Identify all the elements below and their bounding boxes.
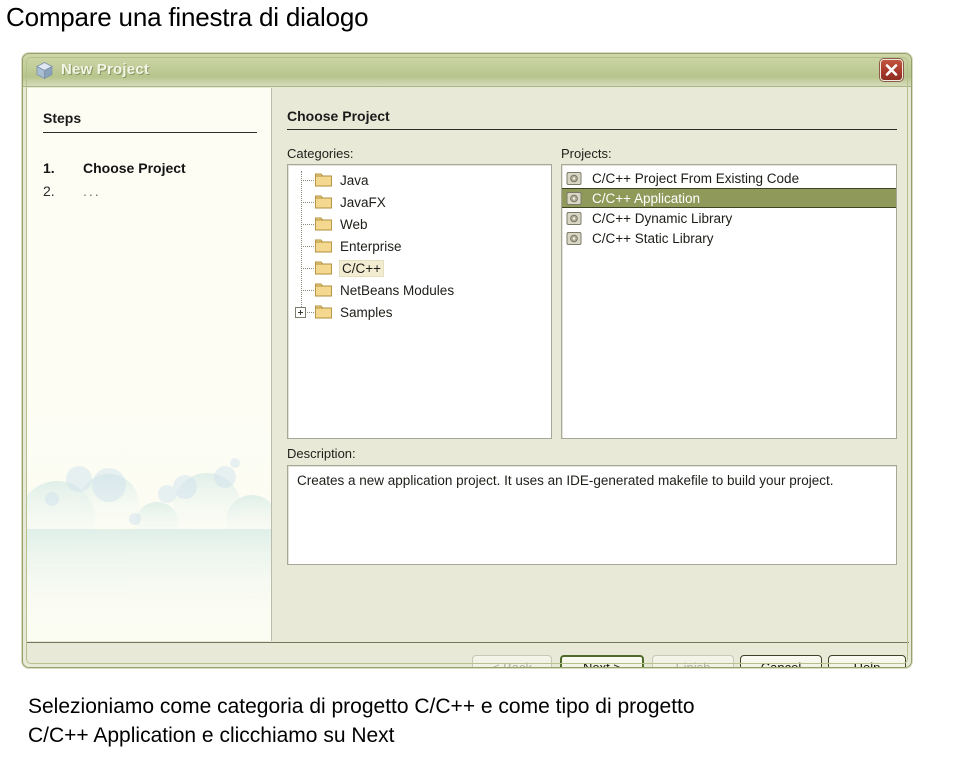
project-type-icon [566,211,582,226]
tree-connector [301,267,314,269]
tree-item-javafx[interactable]: JavaFX [288,191,551,213]
list-item-label: C/C++ Application [592,190,701,206]
project-type-icon [566,231,582,246]
steps-panel: Steps 1. Choose Project 2. ... [27,88,272,641]
projects-listbox[interactable]: C/C++ Project From Existing Code C/C++ A… [561,164,897,439]
steps-divider [43,132,257,133]
dialog-title: New Project [61,61,150,78]
tree-connector [301,289,314,291]
dialog-body: Steps 1. Choose Project 2. ... Choose Pr… [27,88,909,641]
tree-connector [301,245,314,247]
list-item-label: C/C++ Project From Existing Code [592,170,800,186]
cancel-button[interactable]: Cancel [740,655,822,667]
caption-line-1: Selezioniamo come categoria di progetto … [28,695,695,718]
expand-plus-icon[interactable] [295,307,306,318]
close-icon[interactable] [880,59,903,81]
tree-item-label: Enterprise [340,238,402,254]
tree-item-enterprise[interactable]: Enterprise [288,235,551,257]
folder-icon [315,283,332,297]
slide-page: Compare una finestra di dialogo New Proj… [0,0,960,766]
tree-connector [301,223,314,225]
dialog-titlebar[interactable]: New Project [23,54,911,87]
step-label: ... [83,183,101,199]
folder-icon [315,261,332,275]
step-number: 1. [43,160,55,176]
slide-caption: Selezioniamo come categoria di progetto … [28,692,958,750]
step-number: 2. [43,183,55,199]
tree-item-label: JavaFX [340,194,386,210]
step-label: Choose Project [83,160,186,176]
folder-icon [315,173,332,187]
dialog-footer: < Back Next > Finish Cancel Help [27,642,909,667]
folder-icon [315,217,332,231]
finish-button[interactable]: Finish [652,655,734,667]
folder-icon [315,195,332,209]
page-title: Compare una finestra di dialogo [6,2,369,32]
tree-item-label: NetBeans Modules [340,282,455,298]
tree-item-samples[interactable]: Samples [288,301,551,323]
categories-label: Categories: [287,146,354,161]
tree-item-label: Web [340,216,368,232]
cube-icon [35,61,54,80]
tree-item-label: Samples [340,304,393,320]
description-label: Description: [287,446,356,461]
choose-project-panel: Choose Project Categories: Java JavaFX W… [273,88,909,641]
new-project-dialog: New Project Steps 1. Choose Project 2. .… [22,53,912,668]
description-text: Creates a new application project. It us… [297,473,834,488]
pane-title: Choose Project [287,108,390,124]
folder-icon [315,239,332,253]
categories-tree: Java JavaFX Web Enterprise C/C++ NetBean… [288,165,551,323]
project-type-icon [566,191,582,206]
projects-list: C/C++ Project From Existing Code C/C++ A… [562,165,896,248]
tree-item-web[interactable]: Web [288,213,551,235]
help-button[interactable]: Help [828,655,906,667]
list-item-label: C/C++ Static Library [592,230,714,246]
bubbles-watermark [27,458,271,629]
tree-item-label: C/C++ [340,260,384,276]
list-item[interactable]: C/C++ Project From Existing Code [562,168,896,188]
pane-divider [287,129,897,130]
next-button[interactable]: Next > [560,655,644,667]
list-item[interactable]: C/C++ Static Library [562,228,896,248]
projects-label: Projects: [561,146,612,161]
folder-icon [315,305,332,319]
tree-connector [301,179,314,181]
list-item-selected[interactable]: C/C++ Application [562,188,896,208]
tree-connector [301,201,314,203]
tree-item-label: Java [340,172,369,188]
steps-header: Steps [43,110,82,126]
tree-item-c-cpp[interactable]: C/C++ [288,257,551,279]
list-item-label: C/C++ Dynamic Library [592,210,733,226]
project-type-icon [566,171,582,186]
categories-listbox[interactable]: Java JavaFX Web Enterprise C/C++ NetBean… [287,164,552,439]
description-box: Creates a new application project. It us… [287,465,897,565]
list-item[interactable]: C/C++ Dynamic Library [562,208,896,228]
tree-item-java[interactable]: Java [288,169,551,191]
caption-line-2: C/C++ Application e clicchiamo su Next [28,724,395,747]
tree-item-netbeans-modules[interactable]: NetBeans Modules [288,279,551,301]
back-button[interactable]: < Back [472,655,552,667]
